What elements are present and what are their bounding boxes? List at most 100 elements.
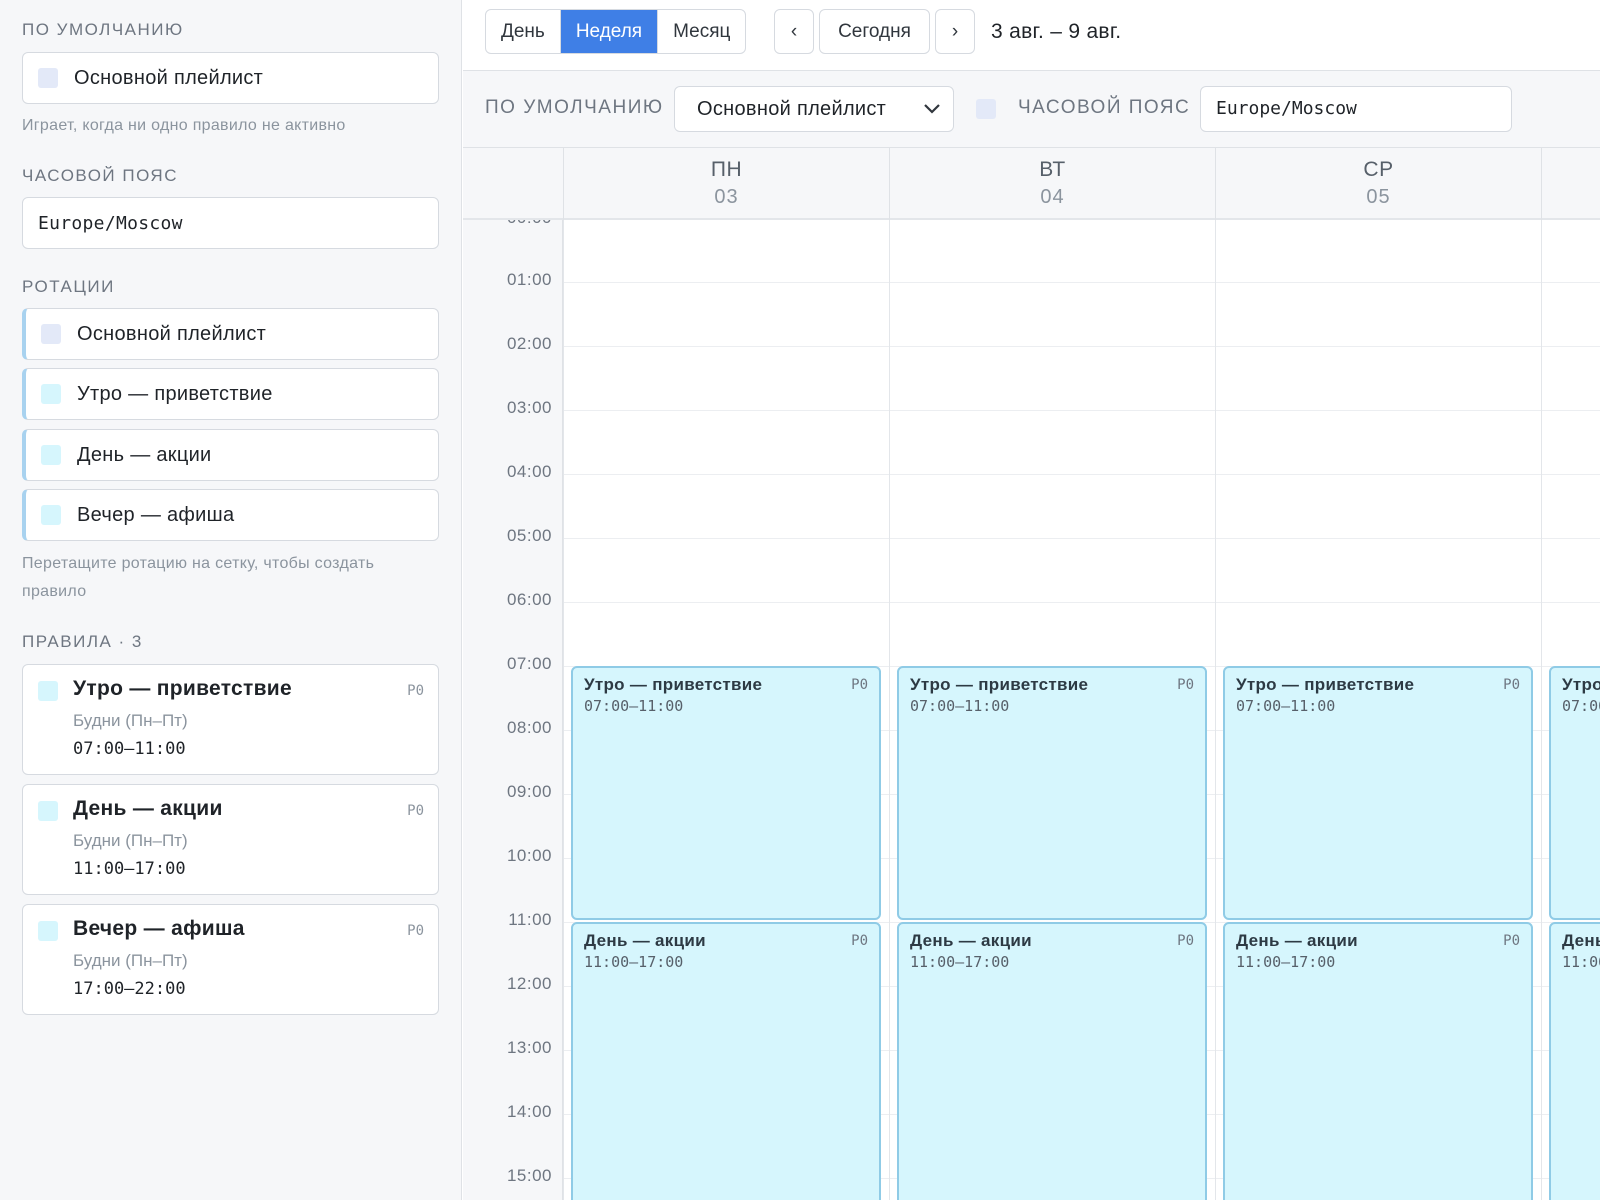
event-time: 11:00–17:00 xyxy=(1236,953,1336,971)
rotation-item[interactable]: Утро — приветствие xyxy=(22,368,439,420)
rule-card[interactable]: Утро — приветствие P0 Будни (Пн–Пт) 07:0… xyxy=(22,664,439,775)
timezone-value: Europe/Moscow xyxy=(38,212,183,234)
today-button[interactable]: Сегодня xyxy=(819,9,930,54)
timezone-filter-label: ЧАСОВОЙ ПОЯС xyxy=(1018,97,1191,118)
event-title: День — акции xyxy=(584,931,706,950)
day-header-tue[interactable]: ВТ 04 xyxy=(889,148,1215,220)
event-time: 07:00–11:00 xyxy=(1236,697,1336,715)
prev-week-button[interactable]: ‹ xyxy=(774,9,814,54)
hour-gridline xyxy=(563,346,1600,347)
date-range: 3 авг. – 9 авг. xyxy=(991,20,1122,43)
event-title: Утро — приветствие xyxy=(1236,675,1415,694)
calendar-grid[interactable]: Утро — приветствие 07:00–11:00 P0 День —… xyxy=(563,220,1600,1200)
rotations-hint: Перетащите ротацию на сетку, чтобы созда… xyxy=(22,555,375,600)
event-priority: P0 xyxy=(1503,933,1520,949)
day-divider xyxy=(563,220,564,1200)
hour-gridline xyxy=(563,474,1600,475)
day-divider xyxy=(889,220,890,1200)
filter-bar: ПО УМОЛЧАНИЮ Основной плейлист ЧАСОВОЙ П… xyxy=(463,71,1600,148)
rule-days: Будни (Пн–Пт) xyxy=(73,831,188,850)
event-title: День — акции xyxy=(1562,931,1600,950)
day-name: ПН xyxy=(710,158,743,181)
chevron-down-icon xyxy=(924,104,940,114)
rule-card[interactable]: День — акции P0 Будни (Пн–Пт) 11:00–17:0… xyxy=(22,784,439,895)
event-time: 11:00–17:00 xyxy=(584,953,684,971)
day-name: ВТ xyxy=(1039,158,1066,181)
event-priority: P0 xyxy=(1177,933,1194,949)
view-switcher: День Неделя Месяц xyxy=(485,9,747,54)
hour-label: 06:00 xyxy=(506,590,552,609)
calendar-event[interactable]: День — акции 11:00–17:00 P0 xyxy=(1223,922,1533,1200)
playlist-color-swatch xyxy=(38,68,58,88)
hour-label: 15:00 xyxy=(506,1166,552,1185)
hour-label: 10:00 xyxy=(506,846,552,865)
rotation-color-swatch xyxy=(41,445,61,465)
hour-label: 05:00 xyxy=(506,526,552,545)
default-playlist-select[interactable]: Основной плейлист xyxy=(674,86,954,132)
rotation-item[interactable]: Вечер — афиша xyxy=(22,489,439,541)
rotation-item[interactable]: Основной плейлист xyxy=(22,308,439,360)
hour-label: 02:00 xyxy=(506,334,552,353)
default-playlist-select-value: Основной плейлист xyxy=(697,97,887,120)
event-title: Утро — приветствие xyxy=(910,675,1089,694)
hour-gridline xyxy=(563,410,1600,411)
rule-time: 11:00–17:00 xyxy=(73,859,186,879)
next-week-button[interactable]: › xyxy=(935,9,975,54)
calendar-event[interactable]: Утро — приветствие 07:00–11:00 P0 xyxy=(571,666,881,920)
day-header-wed[interactable]: СР 05 xyxy=(1215,148,1541,220)
rotation-color-swatch xyxy=(41,505,61,525)
event-priority: P0 xyxy=(1503,677,1520,693)
timezone-input[interactable]: Europe/Moscow xyxy=(1200,86,1512,132)
timezone-section-label: ЧАСОВОЙ ПОЯС xyxy=(22,166,178,185)
rule-days: Будни (Пн–Пт) xyxy=(73,951,188,970)
day-header-partial xyxy=(1541,148,1600,220)
hour-label: 04:00 xyxy=(506,462,552,481)
event-title: День — акции xyxy=(1236,931,1358,950)
rules-section-label: ПРАВИЛА · 3 xyxy=(22,632,143,651)
event-time: 11:00–17:00 xyxy=(910,953,1010,971)
calendar-event[interactable]: День — акции 11:00–17:00 P0 xyxy=(571,922,881,1200)
hour-gridline xyxy=(563,538,1600,539)
rule-color-swatch xyxy=(38,681,58,701)
default-playlist-label: Основной плейлист xyxy=(74,66,264,89)
rotations-section-label: РОТАЦИИ xyxy=(22,277,115,296)
day-header-mon[interactable]: ПН 03 xyxy=(563,148,889,220)
calendar-event[interactable]: Утро — приветствие 07:00–11:00 P0 xyxy=(1223,666,1533,920)
calendar-event[interactable]: Утро — приветствие 07:00–11:00 xyxy=(1549,666,1600,920)
event-title: Утро — приветствие xyxy=(1562,675,1600,694)
rotation-label: Вечер — афиша xyxy=(77,503,235,526)
rule-card[interactable]: Вечер — афиша P0 Будни (Пн–Пт) 17:00–22:… xyxy=(22,904,439,1015)
default-playlist-field[interactable]: Основной плейлист xyxy=(22,52,439,104)
hour-label: 01:00 xyxy=(506,270,552,289)
event-time: 07:00–11:00 xyxy=(1562,697,1600,715)
hour-gridline xyxy=(563,602,1600,603)
view-week-button[interactable]: Неделя xyxy=(560,10,659,53)
event-title: Утро — приветствие xyxy=(584,675,763,694)
calendar-main: День Неделя Месяц ‹ Сегодня › 3 авг. – 9… xyxy=(463,0,1600,1200)
hour-label: 13:00 xyxy=(506,1038,552,1057)
calendar-event[interactable]: День — акции 11:00–17:00 xyxy=(1549,922,1600,1200)
calendar-event[interactable]: Утро — приветствие 07:00–11:00 P0 xyxy=(897,666,1207,920)
hour-gutter: 00:00 01:00 02:00 03:00 04:00 05:00 06:0… xyxy=(463,208,563,1200)
rotation-item[interactable]: День — акции xyxy=(22,429,439,481)
rule-days: Будни (Пн–Пт) xyxy=(73,711,188,730)
hour-label: 03:00 xyxy=(506,398,552,417)
rotation-label: Утро — приветствие xyxy=(77,382,273,405)
event-title: День — акции xyxy=(910,931,1032,950)
rule-priority: P0 xyxy=(407,803,424,819)
day-date: 05 xyxy=(1366,186,1391,208)
timezone-field[interactable]: Europe/Moscow xyxy=(22,197,439,249)
rule-title: Утро — приветствие xyxy=(73,677,292,700)
rotation-label: Основной плейлист xyxy=(77,322,267,345)
week-calendar: ПН 03 ВТ 04 СР 05 00:00 01:00 02:00 03:0… xyxy=(463,148,1600,1200)
view-day-button[interactable]: День xyxy=(486,10,561,53)
default-filter-label: ПО УМОЛЧАНИЮ xyxy=(485,97,664,118)
day-name: СР xyxy=(1363,158,1394,181)
default-color-swatch xyxy=(976,99,996,119)
hour-label: 07:00 xyxy=(506,654,552,673)
rule-color-swatch xyxy=(38,801,58,821)
calendar-event[interactable]: День — акции 11:00–17:00 P0 xyxy=(897,922,1207,1200)
day-date: 04 xyxy=(1040,186,1065,208)
view-month-button[interactable]: Месяц xyxy=(658,10,745,53)
calendar-header: ПН 03 ВТ 04 СР 05 xyxy=(463,148,1600,220)
